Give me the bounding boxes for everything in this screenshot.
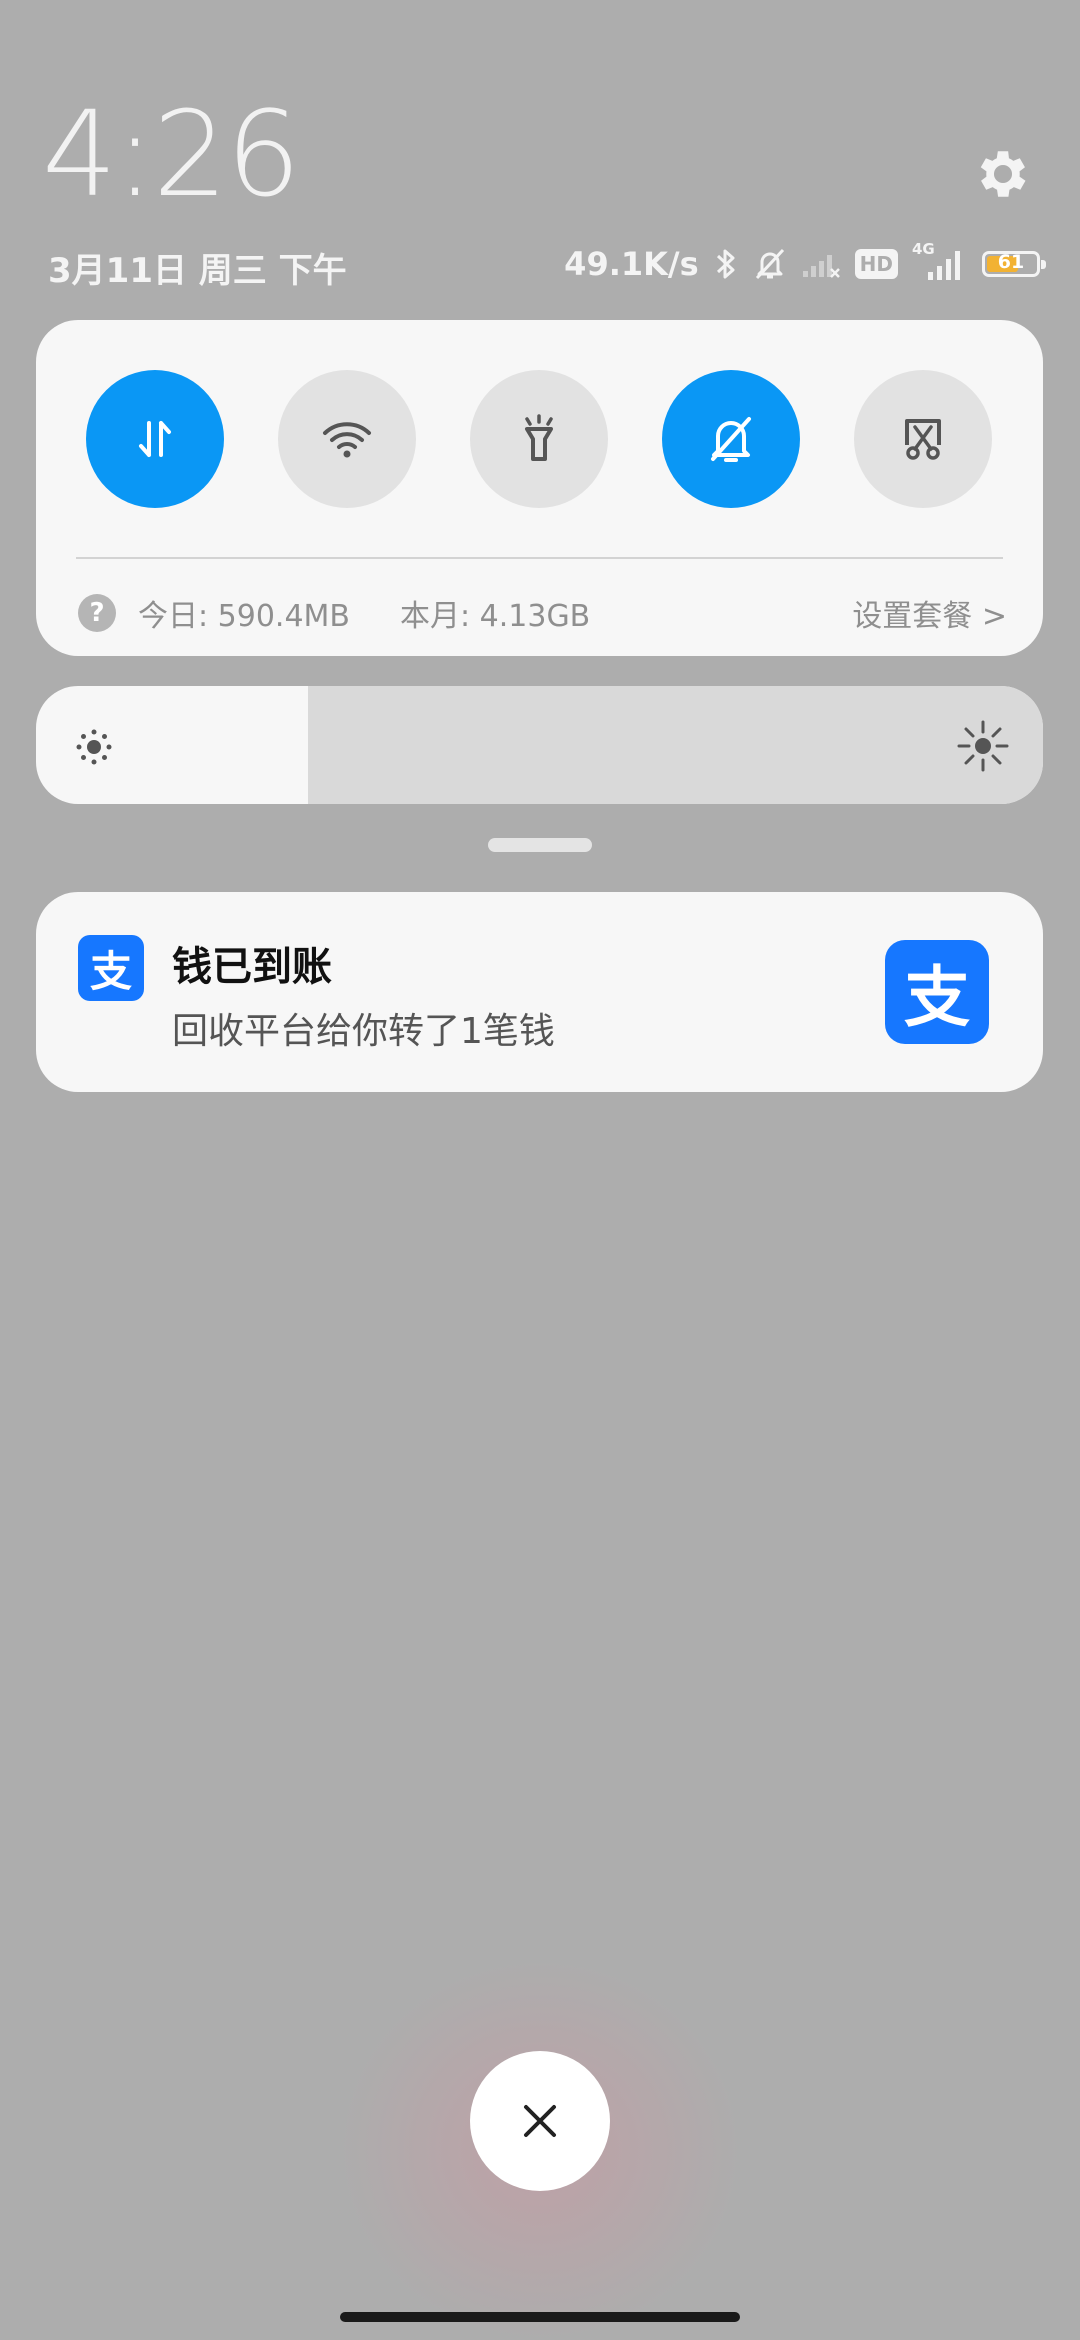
data-usage-row: ? 今日: 590.4MB 本月: 4.13GB 设置套餐 > bbox=[78, 588, 1007, 638]
battery-level: 61 bbox=[997, 251, 1025, 273]
bluetooth-icon bbox=[716, 249, 735, 279]
battery-indicator: 61 bbox=[982, 251, 1046, 277]
brightness-low-icon bbox=[76, 729, 112, 765]
date-label: 3月11日 周三 下午 bbox=[48, 251, 347, 291]
status-bar: 49.1K/s HD 4G 61 bbox=[564, 240, 1046, 288]
usage-month: 本月: 4.13GB bbox=[400, 599, 591, 634]
notification-body: 回收平台给你转了1笔钱 bbox=[172, 1011, 555, 1052]
mobile-data-toggle[interactable] bbox=[86, 370, 224, 508]
usage-today: 今日: 590.4MB bbox=[138, 599, 350, 634]
screenshot-toggle[interactable] bbox=[854, 370, 992, 508]
home-indicator[interactable] bbox=[340, 2312, 740, 2322]
wifi-toggle[interactable] bbox=[278, 370, 416, 508]
network-speed: 49.1K/s bbox=[564, 245, 699, 283]
alipay-app-icon: 支 bbox=[78, 935, 144, 1001]
flashlight-toggle[interactable] bbox=[470, 370, 608, 508]
gear-icon[interactable] bbox=[972, 143, 1034, 205]
silent-bell-icon bbox=[755, 248, 784, 280]
silent-mode-toggle[interactable] bbox=[662, 370, 800, 508]
mobile-data-icon bbox=[139, 421, 171, 457]
hd-badge: HD bbox=[854, 249, 898, 279]
brightness-slider[interactable] bbox=[36, 686, 1043, 804]
brightness-high-icon bbox=[957, 720, 1009, 772]
signal-sim1-icon bbox=[802, 255, 840, 278]
drag-handle[interactable] bbox=[488, 838, 592, 852]
clear-notifications-button[interactable] bbox=[470, 2051, 610, 2191]
brightness-track bbox=[307, 686, 1043, 804]
quick-settings-panel: ? 今日: 590.4MB 本月: 4.13GB 设置套餐 > bbox=[36, 320, 1043, 656]
notification-card[interactable]: 支 钱已到账 回收平台给你转了1笔钱 支 bbox=[36, 892, 1043, 1092]
silent-mode-icon bbox=[711, 417, 751, 462]
flashlight-icon bbox=[525, 414, 553, 461]
app-icon-label: 支 bbox=[89, 946, 132, 996]
close-icon bbox=[524, 2105, 556, 2137]
notification-title: 钱已到账 bbox=[172, 944, 332, 990]
wifi-icon bbox=[323, 422, 371, 458]
screenshot-icon bbox=[905, 419, 941, 460]
help-icon[interactable]: ? bbox=[78, 594, 116, 632]
signal-sim2-icon: 4G bbox=[912, 240, 968, 284]
alipay-large-icon: 支 bbox=[885, 940, 989, 1044]
panel-divider bbox=[76, 557, 1003, 559]
set-plan-link[interactable]: 设置套餐 > bbox=[852, 591, 1007, 635]
clock-time: 4:26 bbox=[42, 85, 301, 223]
large-icon-label: 支 bbox=[904, 959, 970, 1036]
